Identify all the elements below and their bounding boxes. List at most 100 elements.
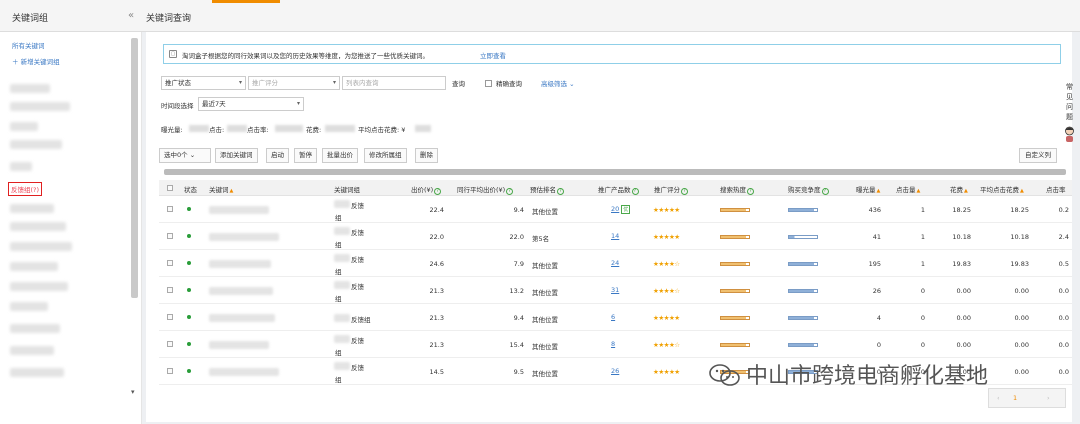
sidebar-item-blurred[interactable]	[10, 242, 72, 251]
add-keyword-button[interactable]: 添加关键词	[215, 148, 258, 163]
help-icon[interactable]: ?	[747, 188, 754, 195]
page-number[interactable]: 1	[1013, 394, 1017, 402]
group-name[interactable]: 反馈	[351, 227, 364, 237]
advanced-filter-toggle[interactable]: 高级筛选 ⌄	[541, 78, 575, 88]
keyword-cell-blurred[interactable]	[209, 206, 269, 214]
sidebar-item-all-keywords[interactable]: 所有关键词	[12, 40, 45, 50]
col-est-rank[interactable]: 预估排名?	[530, 184, 564, 195]
status-on-icon[interactable]	[187, 315, 191, 319]
product-count[interactable]: 20 优	[611, 205, 631, 214]
new-keyword-group-button[interactable]: ＋ 新增关键词组	[12, 56, 60, 66]
selected-count-dropdown[interactable]: 选中0个 ⌄	[159, 148, 211, 163]
sidebar-item-blurred[interactable]	[10, 204, 54, 213]
sidebar-item-blurred[interactable]	[10, 102, 70, 111]
collapse-sidebar-icon[interactable]: «	[128, 10, 134, 21]
row-checkbox[interactable]	[167, 368, 173, 374]
product-count[interactable]: 8	[611, 340, 615, 348]
product-count[interactable]: 31	[611, 286, 619, 294]
faq-side-tab[interactable]: 常见问题	[1063, 82, 1076, 122]
col-bid[interactable]: 出价(¥)?	[411, 184, 442, 195]
edit-group-button[interactable]: 修改所属组	[364, 148, 407, 163]
sidebar-item-blurred[interactable]	[10, 282, 68, 291]
product-count-link[interactable]: 26	[611, 367, 619, 375]
status-on-icon[interactable]	[187, 369, 191, 373]
bid-value[interactable]: 21.3	[414, 314, 444, 322]
scroll-down-icon[interactable]: ▾	[131, 388, 135, 396]
bid-value[interactable]: 22.0	[414, 233, 444, 241]
delete-button[interactable]: 删除	[415, 148, 438, 163]
col-spend[interactable]: 花费▲	[950, 184, 968, 194]
next-page-icon[interactable]: ›	[1047, 394, 1050, 402]
time-range-select[interactable]: 最近7天 ▾	[198, 97, 304, 111]
col-keyword[interactable]: 关键词▲	[209, 184, 233, 194]
bid-value[interactable]: 14.5	[414, 368, 444, 376]
sidebar-item-blurred[interactable]	[10, 140, 62, 149]
sidebar-item-blurred[interactable]	[10, 302, 48, 311]
status-on-icon[interactable]	[187, 342, 191, 346]
search-button[interactable]: 查询	[452, 78, 465, 88]
row-checkbox[interactable]	[167, 314, 173, 320]
row-checkbox[interactable]	[167, 206, 173, 212]
keyword-cell-blurred[interactable]	[209, 260, 271, 268]
bid-value[interactable]: 22.4	[414, 206, 444, 214]
sidebar-item-blurred[interactable]	[10, 262, 58, 271]
start-button[interactable]: 启动	[266, 148, 289, 163]
col-avg-cpc[interactable]: 平均点击花费▲	[980, 184, 1024, 194]
sidebar-scrollbar[interactable]	[131, 38, 138, 298]
status-on-icon[interactable]	[187, 261, 191, 265]
bulk-bid-button[interactable]: 批量出价	[322, 148, 358, 163]
product-count-link[interactable]: 20	[611, 205, 619, 213]
bid-value[interactable]: 21.3	[414, 287, 444, 295]
col-search-heat[interactable]: 搜索热度?	[720, 184, 754, 195]
help-icon[interactable]: ?	[506, 188, 514, 195]
sidebar-item-blurred[interactable]	[10, 324, 60, 333]
col-products[interactable]: 推广产品数?	[598, 184, 639, 195]
help-icon[interactable]: ?	[821, 188, 829, 195]
promo-status-select[interactable]: 推广状态 ▾	[161, 76, 246, 90]
keyword-cell-blurred[interactable]	[209, 287, 273, 295]
product-count-link[interactable]: 24	[611, 259, 619, 267]
sidebar-item-blurred[interactable]	[10, 84, 50, 93]
group-name[interactable]: 反馈	[351, 362, 364, 372]
horizontal-scrollbar[interactable]	[164, 169, 1066, 175]
product-count[interactable]: 24	[611, 259, 619, 267]
product-count[interactable]: 6	[611, 313, 615, 321]
status-on-icon[interactable]	[187, 288, 191, 292]
group-name[interactable]: 反馈组	[351, 314, 371, 324]
group-name[interactable]: 反馈	[351, 254, 364, 264]
product-count-link[interactable]: 14	[611, 232, 619, 240]
bid-value[interactable]: 24.6	[414, 260, 444, 268]
sidebar-item-blurred[interactable]	[10, 346, 54, 355]
customer-service-avatar-icon[interactable]	[1064, 126, 1075, 142]
col-impressions[interactable]: 曝光量▲	[856, 184, 880, 194]
status-on-icon[interactable]	[187, 234, 191, 238]
row-checkbox[interactable]	[167, 341, 173, 347]
select-all-checkbox[interactable]	[167, 185, 173, 191]
view-now-link[interactable]: 立即查看	[480, 50, 506, 60]
group-name[interactable]: 反馈	[351, 335, 364, 345]
keyword-cell-blurred[interactable]	[209, 314, 275, 322]
product-count-link[interactable]: 8	[611, 340, 615, 348]
keyword-search-input[interactable]: 列表内查询	[342, 76, 446, 90]
custom-columns-button[interactable]: 自定义列	[1019, 148, 1057, 163]
col-peer-bid[interactable]: 同行平均出价(¥)?	[457, 184, 514, 195]
row-checkbox[interactable]	[167, 233, 173, 239]
bid-value[interactable]: 21.3	[414, 341, 444, 349]
group-name[interactable]: 反馈	[351, 200, 364, 210]
sidebar-item-blurred[interactable]	[10, 122, 38, 131]
sidebar-item-blurred[interactable]	[10, 162, 32, 171]
keyword-cell-blurred[interactable]	[209, 233, 279, 241]
status-on-icon[interactable]	[187, 207, 191, 211]
keyword-cell-blurred[interactable]	[209, 341, 269, 349]
exact-query-checkbox[interactable]	[485, 80, 492, 87]
product-count-link[interactable]: 31	[611, 286, 619, 294]
sidebar-item-blurred[interactable]	[10, 368, 64, 377]
product-count-link[interactable]: 6	[611, 313, 615, 321]
col-competition[interactable]: 购买竞争度?	[788, 184, 829, 195]
row-checkbox[interactable]	[167, 260, 173, 266]
product-count[interactable]: 26	[611, 367, 619, 375]
col-clicks[interactable]: 点击量▲	[896, 184, 920, 194]
prev-page-icon[interactable]: ‹	[997, 394, 1000, 402]
group-name[interactable]: 反馈	[351, 281, 364, 291]
keyword-cell-blurred[interactable]	[209, 368, 279, 376]
